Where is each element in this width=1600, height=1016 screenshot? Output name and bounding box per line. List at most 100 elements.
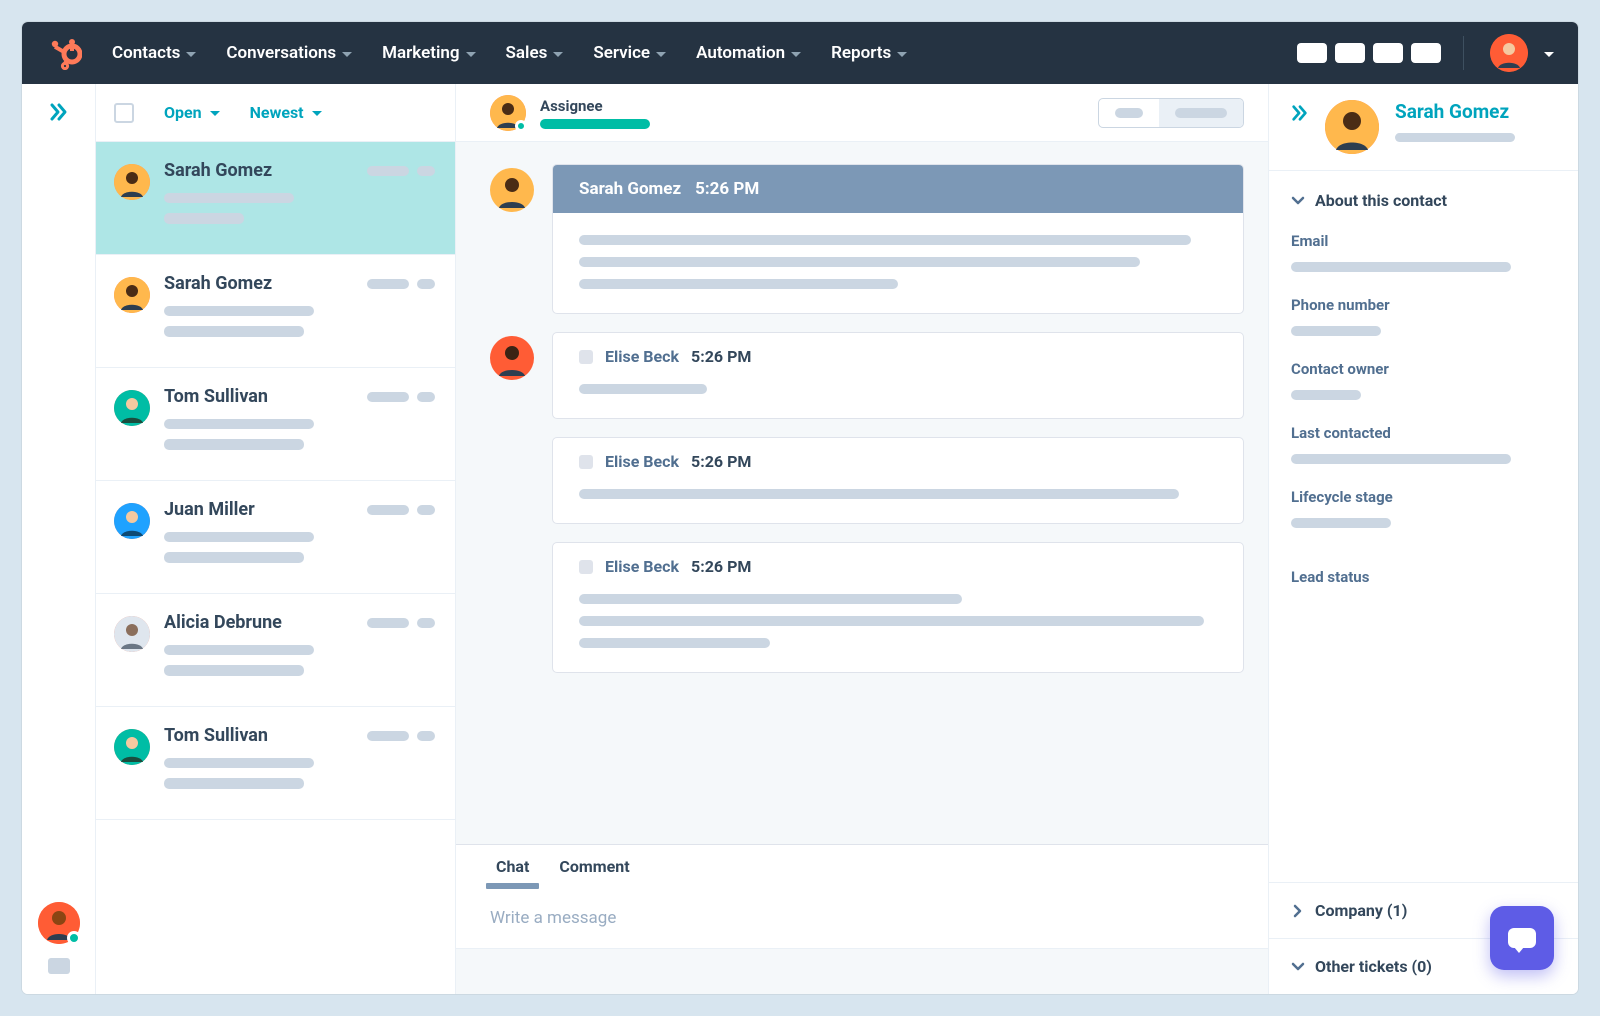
conversation-item[interactable]: Juan Miller: [96, 481, 455, 594]
nav-item-automation[interactable]: Automation: [696, 43, 801, 63]
chevron-down-icon: [1291, 960, 1305, 974]
nav-item-label: Reports: [831, 43, 891, 63]
top-nav: Contacts Conversations Marketing Sales Servi…: [22, 22, 1578, 84]
preview-line: [164, 665, 304, 676]
nav-item-label: Marketing: [382, 43, 459, 63]
conversation-avatar: [114, 390, 150, 426]
about-label: About this contact: [1315, 191, 1447, 210]
conversation-list: Open Newest Sarah Gomez Sarah Gomez Tom Su…: [96, 84, 456, 994]
assignee-label: Assignee: [540, 97, 650, 115]
preview-line: [164, 645, 314, 655]
view-toggle-option-2[interactable]: [1159, 99, 1243, 127]
conversation-avatar: [114, 164, 150, 200]
conversation-item[interactable]: Alicia Debrune: [96, 594, 455, 707]
message-checkbox-icon: [579, 560, 593, 574]
nav-item-label: Service: [593, 43, 650, 63]
status-online-icon: [67, 931, 81, 945]
contact-name[interactable]: Sarah Gomez: [1395, 100, 1515, 123]
preview-line: [164, 758, 314, 768]
thread-panel: Assignee Sarah Gomez: [456, 84, 1268, 994]
conversation-meta: [367, 618, 435, 628]
nav-item-contacts[interactable]: Contacts: [112, 43, 196, 63]
text-placeholder: [579, 489, 1179, 499]
message-card[interactable]: Sarah Gomez 5:26 PM: [552, 164, 1244, 314]
message-author: Elise Beck: [605, 347, 679, 366]
conversation-meta: [367, 166, 435, 176]
field-label-lead-status: Lead status: [1291, 568, 1556, 586]
field-value-placeholder[interactable]: [1291, 390, 1361, 400]
nav-item-marketing[interactable]: Marketing: [382, 43, 475, 63]
view-toggle-option-1[interactable]: [1099, 99, 1159, 127]
nav-item-label: Contacts: [112, 43, 180, 63]
nav-divider: [1463, 36, 1464, 70]
text-placeholder: [579, 235, 1191, 245]
field-value-placeholder[interactable]: [1291, 326, 1381, 336]
select-all-checkbox[interactable]: [114, 103, 134, 123]
field-label-lifecycle: Lifecycle stage: [1291, 488, 1556, 506]
field-value-placeholder[interactable]: [1291, 518, 1391, 528]
tickets-label: Other tickets (0): [1315, 957, 1432, 976]
company-label: Company (1): [1315, 901, 1407, 920]
expand-sidebar-icon[interactable]: [1291, 104, 1309, 122]
field-value-placeholder[interactable]: [1291, 262, 1511, 272]
rail-collapse-icon[interactable]: [48, 958, 70, 974]
about-section-toggle[interactable]: About this contact: [1291, 191, 1556, 210]
message-author: Sarah Gomez: [579, 179, 681, 199]
conversation-avatar: [114, 729, 150, 765]
conversation-name: Sarah Gomez: [164, 273, 272, 294]
message-author: Elise Beck: [605, 452, 679, 471]
conversation-meta: [367, 392, 435, 402]
status-filter[interactable]: Open: [164, 103, 220, 122]
field-value-placeholder[interactable]: [1291, 454, 1511, 464]
tab-chat[interactable]: Chat: [496, 857, 529, 888]
caret-down-icon: [656, 52, 666, 57]
current-user-avatar[interactable]: [38, 902, 80, 944]
caret-down-icon: [897, 52, 907, 57]
message-card[interactable]: Elise Beck5:26 PM: [552, 542, 1244, 673]
conversation-item[interactable]: Sarah Gomez: [96, 255, 455, 368]
sort-filter[interactable]: Newest: [250, 103, 322, 122]
compose-toolbar: [456, 948, 1268, 994]
contact-avatar[interactable]: [1325, 100, 1379, 154]
assignee-avatar[interactable]: [490, 95, 526, 131]
nav-action-2[interactable]: [1335, 43, 1365, 63]
preview-line: [164, 213, 244, 224]
text-placeholder: [579, 638, 770, 648]
message-card[interactable]: Elise Beck5:26 PM: [552, 332, 1244, 419]
hubspot-logo-icon[interactable]: [46, 34, 84, 72]
message-card[interactable]: Elise Beck5:26 PM: [552, 437, 1244, 524]
text-placeholder: [579, 257, 1140, 267]
nav-action-1[interactable]: [1297, 43, 1327, 63]
caret-down-icon: [186, 52, 196, 57]
nav-action-3[interactable]: [1373, 43, 1403, 63]
conversation-item[interactable]: Tom Sullivan: [96, 707, 455, 820]
user-avatar[interactable]: [1490, 34, 1528, 72]
text-placeholder: [579, 594, 962, 604]
text-placeholder: [579, 616, 1204, 626]
sort-filter-label: Newest: [250, 103, 304, 122]
nav-item-service[interactable]: Service: [593, 43, 666, 63]
conversation-meta: [367, 731, 435, 741]
conversation-avatar: [114, 616, 150, 652]
status-filter-label: Open: [164, 103, 202, 122]
tab-comment[interactable]: Comment: [559, 857, 629, 888]
status-online-icon: [515, 120, 527, 132]
chat-launcher-button[interactable]: [1490, 906, 1554, 970]
chat-bubble-icon: [1508, 928, 1536, 948]
nav-item-reports[interactable]: Reports: [831, 43, 907, 63]
expand-rail-icon[interactable]: [49, 102, 69, 122]
compose-area: Chat Comment Write a message: [456, 844, 1268, 994]
conversation-item[interactable]: Sarah Gomez: [96, 142, 455, 255]
caret-down-icon: [210, 111, 220, 116]
nav-item-sales[interactable]: Sales: [506, 43, 564, 63]
compose-input[interactable]: Write a message: [456, 888, 1268, 948]
conversation-avatar: [114, 503, 150, 539]
conversation-meta: [367, 279, 435, 289]
message-checkbox-icon: [579, 350, 593, 364]
nav-item-conversations[interactable]: Conversations: [226, 43, 352, 63]
conversation-item[interactable]: Tom Sullivan: [96, 368, 455, 481]
user-menu-caret-icon[interactable]: [1544, 52, 1554, 57]
nav-action-4[interactable]: [1411, 43, 1441, 63]
preview-line: [164, 439, 304, 450]
conversation-name: Tom Sullivan: [164, 386, 268, 407]
